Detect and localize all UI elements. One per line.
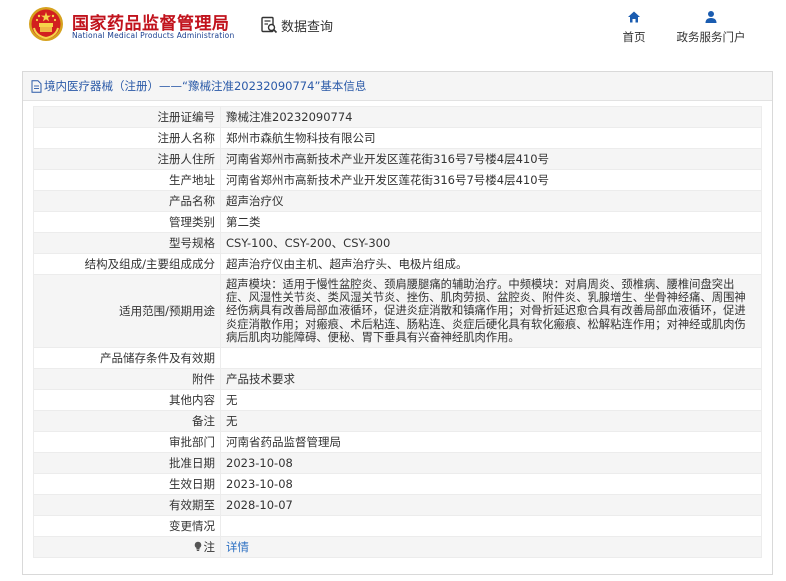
- panel-title: 境内医疗器械（注册）——“豫械注准20232090774”基本信息: [44, 79, 367, 93]
- site-subtitle: National Medical Products Administration: [72, 31, 235, 40]
- table-row: 审批部门 河南省药品监督管理局: [33, 431, 762, 454]
- row-label: 附件: [33, 368, 221, 391]
- table-row: 生效日期 2023-10-08: [33, 473, 762, 496]
- row-value: [220, 515, 762, 538]
- row-label: 有效期至: [33, 494, 221, 517]
- table-row: 其他内容 无: [33, 389, 762, 412]
- row-label: 注: [33, 536, 221, 559]
- document-icon: [31, 79, 42, 93]
- table-row: 有效期至 2028-10-07: [33, 494, 762, 517]
- user-icon: [705, 11, 717, 23]
- row-label: 批准日期: [33, 452, 221, 475]
- row-value: 超声治疗仪: [220, 190, 762, 212]
- row-label: 适用范围/预期用途: [33, 273, 221, 349]
- row-label: 结构及组成/主要组成成分: [33, 253, 221, 275]
- row-value: CSY-100、CSY-200、CSY-300: [220, 232, 762, 254]
- row-value: 河南省药品监督管理局: [220, 431, 762, 454]
- table-row: 注册人住所 河南省郑州市高新技术产业开发区莲花街316号7号楼4层410号: [33, 148, 762, 170]
- table-row: 注册人名称 郑州市森航生物科技有限公司: [33, 127, 762, 149]
- row-label: 产品储存条件及有效期: [33, 347, 221, 370]
- row-value: [220, 347, 762, 370]
- row-value: 超声治疗仪由主机、超声治疗头、电极片组成。: [220, 253, 762, 275]
- registration-info-table: 注册证编号 豫械注准20232090774 注册人名称 郑州市森航生物科技有限公…: [33, 106, 762, 559]
- data-query-link[interactable]: 数据查询: [260, 15, 333, 35]
- details-link[interactable]: 详情: [226, 540, 249, 554]
- table-row: 产品名称 超声治疗仪: [33, 190, 762, 212]
- row-value: 河南省郑州市高新技术产业开发区莲花街316号7号楼4层410号: [220, 148, 762, 170]
- nav-service-portal-label: 政务服务门户: [676, 30, 746, 44]
- table-row: 变更情况: [33, 515, 762, 538]
- table-row: 管理类别 第二类: [33, 211, 762, 233]
- nav-home[interactable]: 首页: [616, 10, 652, 45]
- table-row: 适用范围/预期用途 超声模块：适用于慢性盆腔炎、颈肩腰腿痛的辅助治疗。中频模块：…: [33, 273, 762, 349]
- lightbulb-icon: [194, 541, 201, 552]
- table-row: 批准日期 2023-10-08: [33, 452, 762, 475]
- table-row: 附件 产品技术要求: [33, 368, 762, 391]
- data-query-label: 数据查询: [281, 19, 334, 35]
- row-value: 豫械注准20232090774: [220, 106, 762, 128]
- document-search-icon: [261, 16, 278, 34]
- row-label: 产品名称: [33, 190, 221, 212]
- table-row-note: 注 详情: [33, 536, 762, 559]
- row-label: 注册人名称: [33, 127, 221, 149]
- row-value: 郑州市森航生物科技有限公司: [220, 127, 762, 149]
- table-row: 生产地址 河南省郑州市高新技术产业开发区莲花街316号7号楼4层410号: [33, 169, 762, 191]
- row-value: 2028-10-07: [220, 494, 762, 517]
- row-label: 注册证编号: [33, 106, 221, 128]
- row-label: 其他内容: [33, 389, 221, 412]
- row-value: 河南省郑州市高新技术产业开发区莲花街316号7号楼4层410号: [220, 169, 762, 191]
- note-label: 注: [203, 540, 216, 555]
- table-row: 备注 无: [33, 410, 762, 433]
- row-value: 无: [220, 410, 762, 433]
- row-label: 型号规格: [33, 232, 221, 254]
- row-label: 注册人住所: [33, 148, 221, 170]
- national-emblem-icon[interactable]: [28, 6, 64, 42]
- table-row: 注册证编号 豫械注准20232090774: [33, 106, 762, 128]
- row-label: 审批部门: [33, 431, 221, 454]
- nav-home-label: 首页: [622, 30, 646, 44]
- info-panel: 境内医疗器械（注册）——“豫械注准20232090774”基本信息 注册证编号 …: [22, 71, 773, 575]
- table-row: 结构及组成/主要组成成分 超声治疗仪由主机、超声治疗头、电极片组成。: [33, 253, 762, 275]
- row-label: 管理类别: [33, 211, 221, 233]
- row-value: 产品技术要求: [220, 368, 762, 391]
- row-value: 2023-10-08: [220, 452, 762, 475]
- row-label: 备注: [33, 410, 221, 433]
- panel-header: 境内医疗器械（注册）——“豫械注准20232090774”基本信息: [23, 72, 772, 101]
- row-label: 生效日期: [33, 473, 221, 496]
- row-label: 生产地址: [33, 169, 221, 191]
- row-value: 无: [220, 389, 762, 412]
- site-header: 国家药品监督管理局 National Medical Products Admi…: [0, 0, 786, 64]
- table-row: 型号规格 CSY-100、CSY-200、CSY-300: [33, 232, 762, 254]
- row-value: 超声模块：适用于慢性盆腔炎、颈肩腰腿痛的辅助治疗。中频模块：对肩周炎、颈椎病、腰…: [220, 273, 762, 349]
- row-value: 第二类: [220, 211, 762, 233]
- nav-service-portal[interactable]: 政务服务门户: [672, 10, 750, 45]
- row-label: 变更情况: [33, 515, 221, 538]
- home-icon: [628, 11, 640, 23]
- table-row: 产品储存条件及有效期: [33, 347, 762, 370]
- row-value: 详情: [220, 536, 762, 559]
- row-value: 2023-10-08: [220, 473, 762, 496]
